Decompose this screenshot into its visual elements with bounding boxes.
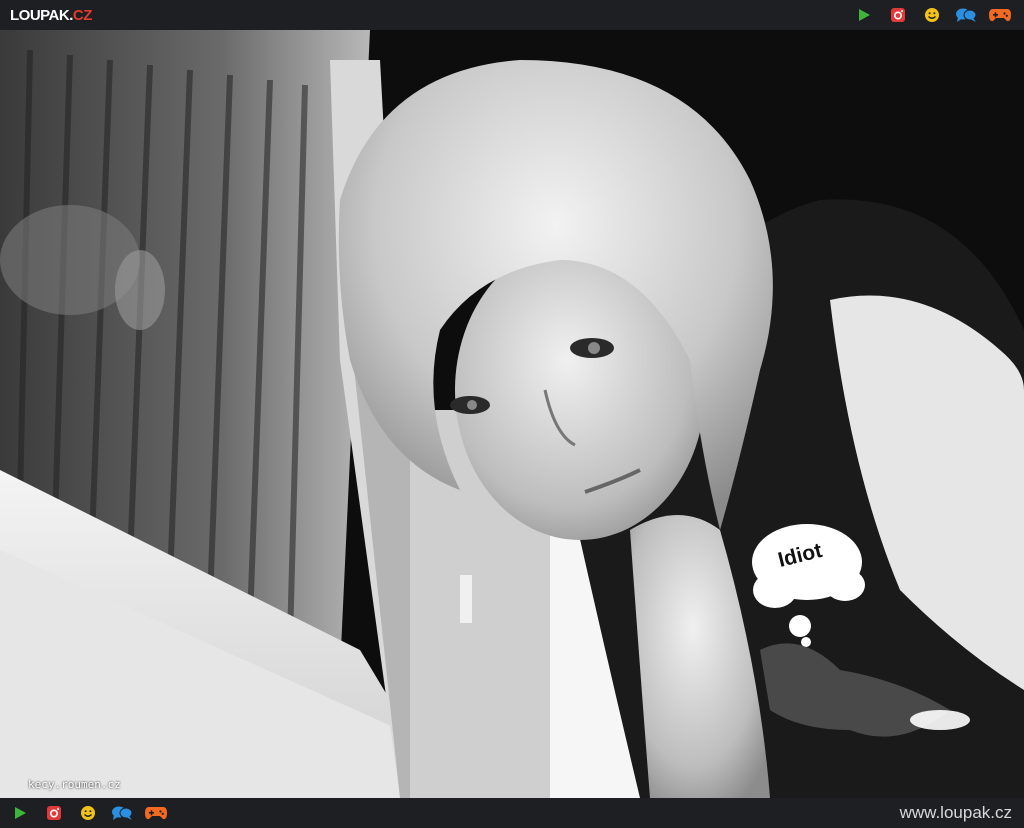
site-url-link[interactable]: www.loupak.cz	[900, 803, 1012, 823]
chat-icon[interactable]	[110, 802, 134, 824]
photo: Idiot kecy.roumen.cz	[0, 30, 1024, 798]
logo-tld: CZ	[72, 6, 93, 24]
instagram-icon[interactable]	[886, 4, 910, 26]
gamepad-icon[interactable]	[988, 4, 1012, 26]
gamepad-icon[interactable]	[144, 802, 168, 824]
top-icon-bar	[852, 4, 1012, 26]
photo-illustration	[0, 30, 1024, 798]
logo-text: LOUPAK.	[10, 6, 73, 24]
play-icon[interactable]	[852, 4, 876, 26]
bottom-bar: www.loupak.cz	[0, 798, 1024, 828]
smiley-icon[interactable]	[76, 802, 100, 824]
site-logo[interactable]: LOUPAK.CZ	[10, 7, 92, 24]
play-icon[interactable]	[8, 802, 32, 824]
watermark-credit: kecy.roumen.cz	[28, 778, 121, 791]
instagram-icon[interactable]	[42, 802, 66, 824]
bottom-icon-bar	[8, 802, 168, 824]
chat-icon[interactable]	[954, 4, 978, 26]
smiley-icon[interactable]	[920, 4, 944, 26]
top-bar: LOUPAK.CZ	[0, 0, 1024, 30]
